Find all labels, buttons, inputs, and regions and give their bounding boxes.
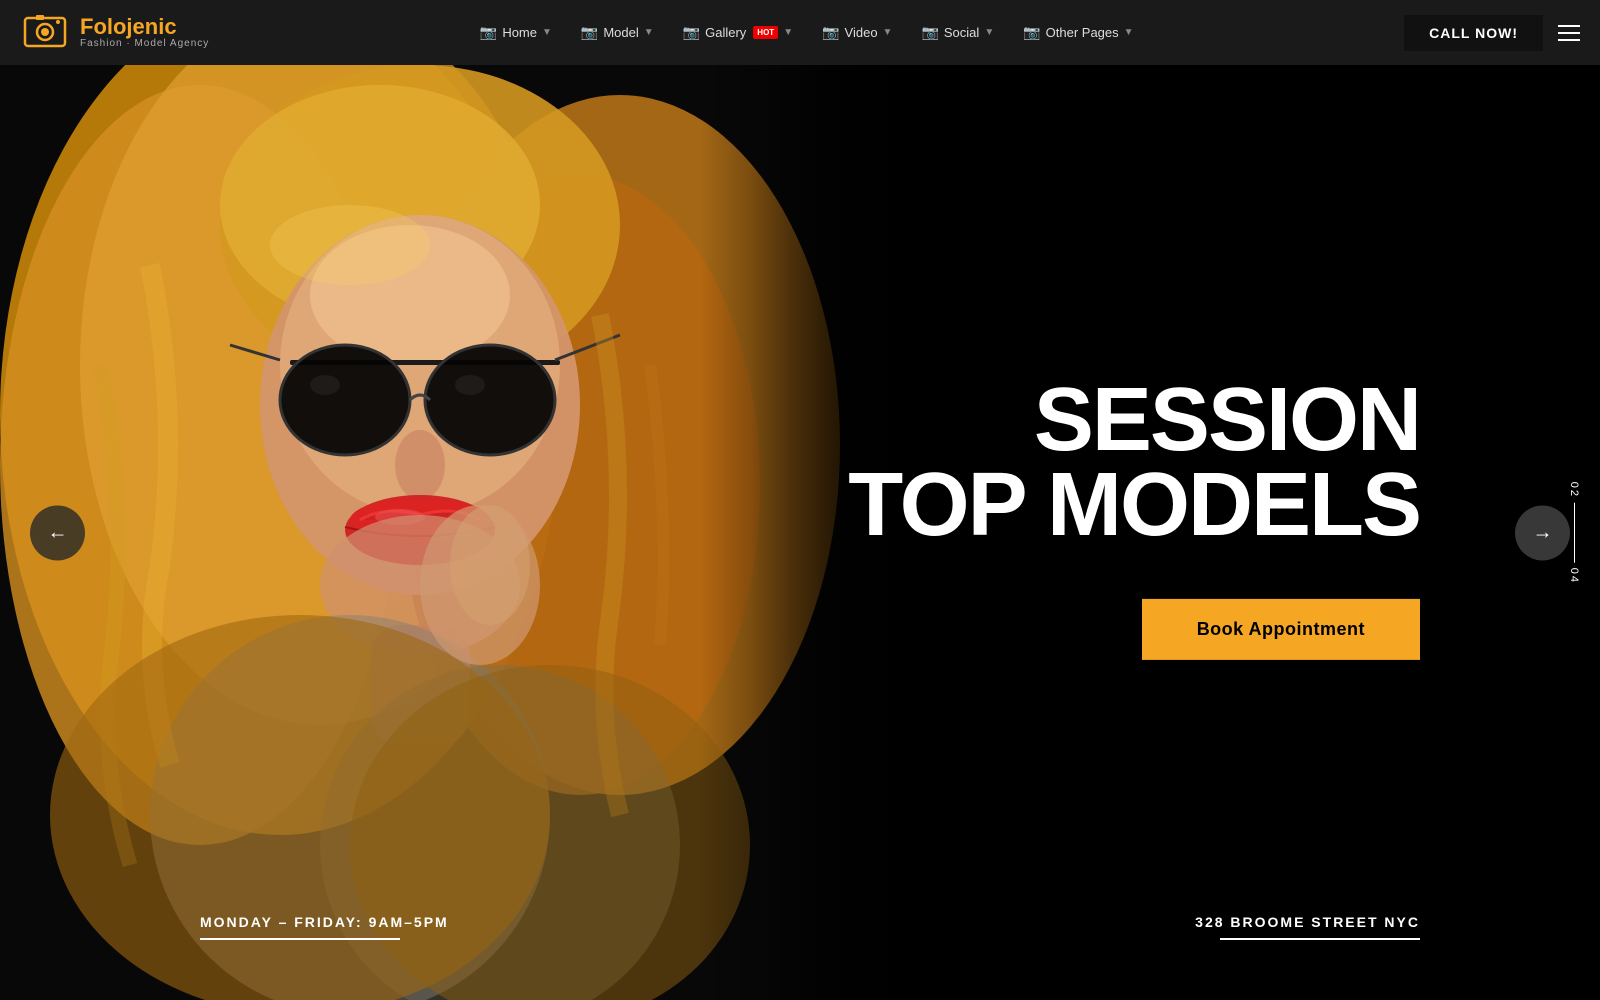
call-now-button[interactable]: CALL NOW! [1404, 15, 1543, 51]
slide-num-02: 02 [1568, 481, 1580, 497]
slide-num-04: 04 [1568, 568, 1580, 584]
nav-other[interactable]: 📷 Other Pages ▼ [1011, 16, 1145, 49]
slide-indicators: 02 04 [1568, 481, 1580, 584]
dropdown-arrow-social: ▼ [984, 27, 994, 38]
dropdown-arrow-gallery: ▼ [783, 27, 793, 38]
camera-icon-social: 📷 [921, 24, 938, 41]
indicator-line [1574, 503, 1575, 563]
nav-social[interactable]: 📷 Social ▼ [909, 16, 1006, 49]
logo-icon [20, 8, 70, 58]
dropdown-arrow-home: ▼ [542, 27, 552, 38]
nav-model[interactable]: 📷 Model ▼ [569, 16, 666, 49]
dropdown-arrow-other: ▼ [1124, 27, 1134, 38]
logo[interactable]: Folojenic Fashion · Model Agency [20, 8, 209, 58]
camera-icon-video: 📷 [822, 24, 839, 41]
prev-slide-button[interactable]: ← [30, 505, 85, 560]
logo-text: Folojenic Fashion · Model Agency [80, 16, 209, 49]
hero-hours-line [200, 938, 400, 940]
nav-gallery[interactable]: 📷 Gallery HOT ▼ [671, 16, 805, 49]
hero-address-section: 328 BROOME STREET NYC [1195, 914, 1420, 940]
hero-section: ← → SESSION TOP MODELS Book Appointment … [0, 65, 1600, 1000]
next-slide-button[interactable]: → [1515, 505, 1570, 560]
camera-icon-home: 📷 [480, 24, 497, 41]
camera-icon-other: 📷 [1023, 24, 1040, 41]
hero-address-text: 328 BROOME STREET NYC [1195, 914, 1420, 930]
hero-content: SESSION TOP MODELS Book Appointment [848, 377, 1420, 659]
hero-hours-section: MONDAY – FRIDAY: 9AM–5PM [200, 914, 449, 940]
camera-icon-model: 📷 [581, 24, 598, 41]
dropdown-arrow-video: ▼ [883, 27, 893, 38]
nav-home[interactable]: 📷 Home ▼ [468, 16, 564, 49]
logo-subtitle: Fashion · Model Agency [80, 38, 209, 49]
dropdown-arrow-model: ▼ [644, 27, 654, 38]
navbar: Folojenic Fashion · Model Agency 📷 Home … [0, 0, 1600, 65]
nav-links: 📷 Home ▼ 📷 Model ▼ 📷 Gallery HOT ▼ 📷 Vid… [468, 16, 1146, 49]
hamburger-menu[interactable] [1558, 25, 1580, 41]
hero-title: SESSION TOP MODELS [848, 377, 1420, 548]
nav-right: CALL NOW! [1404, 15, 1580, 51]
hot-badge: HOT [753, 26, 778, 39]
hero-address-line [1220, 938, 1420, 940]
book-appointment-button[interactable]: Book Appointment [1142, 598, 1420, 659]
camera-icon-gallery: 📷 [683, 24, 700, 41]
logo-title: Folojenic [80, 16, 209, 38]
nav-video[interactable]: 📷 Video ▼ [810, 16, 904, 49]
hero-hours-text: MONDAY – FRIDAY: 9AM–5PM [200, 914, 449, 930]
